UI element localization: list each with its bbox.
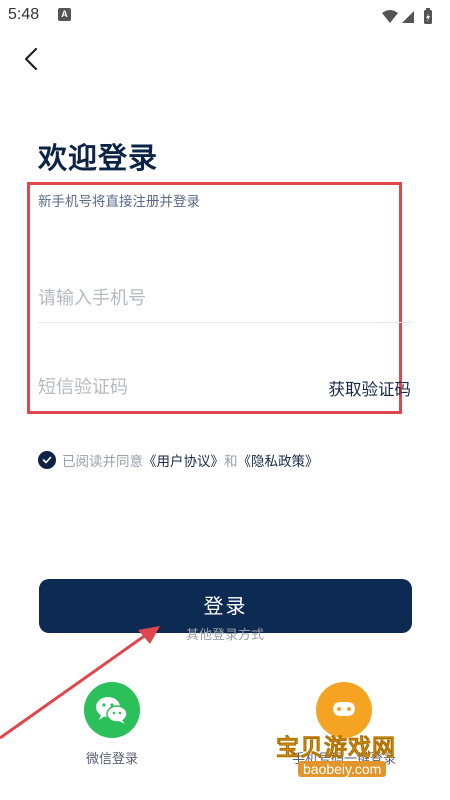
status-icons <box>382 8 432 24</box>
status-time: 5:48 <box>8 6 40 23</box>
chevron-left-icon <box>24 47 38 71</box>
wechat-login-label: 微信登录 <box>85 752 138 767</box>
watermark-title: 宝贝游戏网 <box>276 735 396 762</box>
agreement-prefix: 已阅读并同意 <box>62 454 143 470</box>
agreement-row: 已阅读并同意 《用户协议》 和 《隐私政策》 <box>38 449 319 471</box>
agreement-and: 和 <box>224 454 238 470</box>
notification-badge: A <box>58 8 71 21</box>
checkbox-checked-icon[interactable] <box>38 451 56 469</box>
wifi-icon <box>382 10 398 23</box>
back-button[interactable] <box>16 44 46 74</box>
wechat-login-button[interactable]: 微信登录 <box>80 682 144 767</box>
privacy-policy-link[interactable]: 《隐私政策》 <box>238 450 319 470</box>
form-hint: 新手机号将直接注册并登录 <box>38 194 200 210</box>
signal-icon <box>402 11 414 23</box>
phone-input[interactable] <box>38 284 410 312</box>
wechat-icon <box>84 682 140 738</box>
user-agreement-link[interactable]: 《用户协议》 <box>143 450 224 470</box>
status-bar: 5:48 A <box>0 0 450 32</box>
watermark: 宝贝游戏网 baobeiy.com <box>276 728 426 784</box>
check-icon <box>42 456 52 464</box>
sms-code-input[interactable] <box>38 373 308 401</box>
get-code-button[interactable]: 获取验证码 <box>329 376 412 400</box>
page-title: 欢迎登录 <box>38 141 159 175</box>
divider <box>38 322 411 323</box>
battery-icon <box>424 8 432 24</box>
watermark-url: baobeiy.com <box>298 761 387 777</box>
